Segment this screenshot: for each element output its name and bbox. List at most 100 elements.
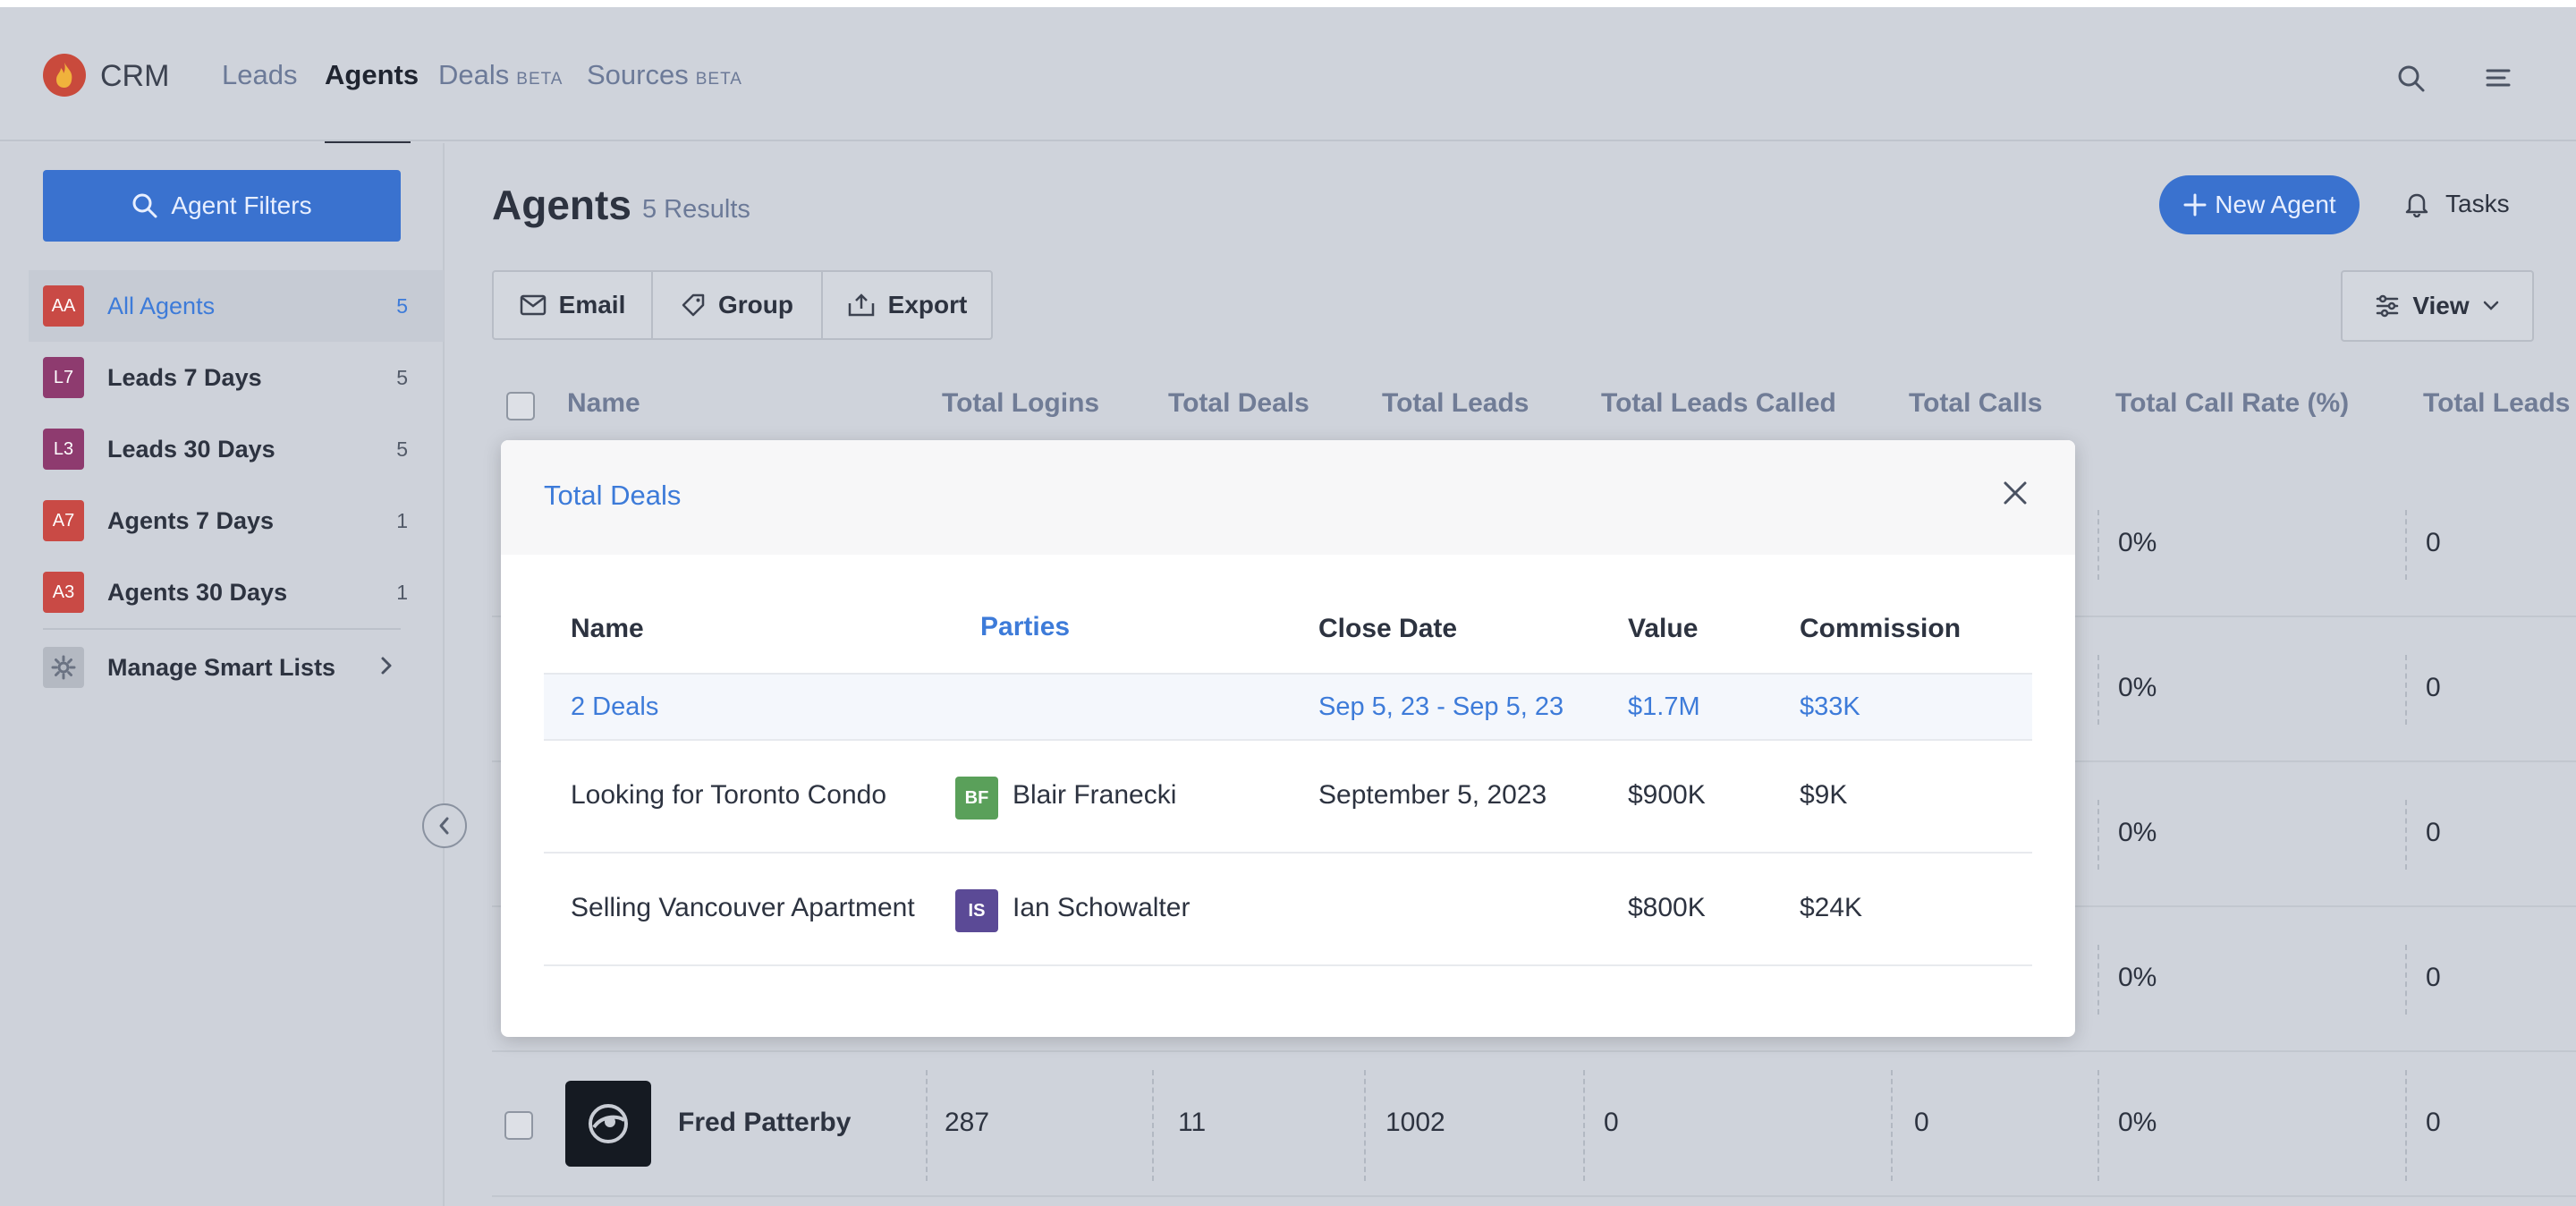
column-header-total-deals[interactable]: Total Deals xyxy=(1168,388,1309,419)
modal-header: Total Deals xyxy=(501,440,2075,555)
summary-total-commission: $33K xyxy=(1800,692,1860,721)
cell-call-rate: 0% xyxy=(2118,818,2157,847)
party-name[interactable]: Blair Franecki xyxy=(1013,780,1176,811)
group-action-button[interactable]: Group xyxy=(653,272,823,338)
column-separator xyxy=(2405,945,2407,1015)
column-separator xyxy=(1152,1070,1154,1181)
smart-list-agents-30-days[interactable]: A3 Agents 30 Days 1 xyxy=(29,556,444,628)
cell-total-leads: 1002 xyxy=(1385,1108,1445,1137)
top-navigation: CRM Leads Agents Deals BETA Sources BETA xyxy=(0,7,2576,145)
summary-total-value: $1.7M xyxy=(1628,692,1700,721)
window-top-strip xyxy=(0,0,2576,7)
agent-avatar[interactable] xyxy=(565,1081,651,1167)
nav-link-label: Leads xyxy=(222,59,298,90)
tasks-button[interactable]: Tasks xyxy=(2404,190,2510,218)
tag-icon xyxy=(682,293,705,317)
deal-name[interactable]: Looking for Toronto Condo xyxy=(571,780,886,811)
smart-list-label: Leads 7 Days xyxy=(107,363,262,391)
smart-list-leads-30-days[interactable]: L3 Leads 30 Days 5 xyxy=(29,413,444,485)
deals-summary-row: 2 Deals Sep 5, 23 - Sep 5, 23 $1.7M $33K xyxy=(544,673,2032,741)
column-header-name[interactable]: Name xyxy=(567,388,640,419)
column-separator xyxy=(2405,800,2407,870)
close-icon[interactable] xyxy=(2002,480,2029,511)
party-avatar: BF xyxy=(955,777,998,820)
cell-total-deals[interactable]: 11 xyxy=(1178,1108,1206,1138)
plus-icon xyxy=(2183,193,2207,217)
sliders-icon xyxy=(2377,294,2399,318)
crm-logo-icon[interactable] xyxy=(43,54,86,97)
select-all-checkbox[interactable] xyxy=(506,392,535,420)
email-action-label: Email xyxy=(558,291,626,318)
modal-column-parties[interactable]: Parties xyxy=(980,612,1070,642)
search-icon[interactable] xyxy=(2397,64,2426,98)
cell-total-leads: 0 xyxy=(2426,963,2441,992)
smart-list-all-agents[interactable]: AA All Agents 5 xyxy=(29,270,444,342)
cell-total-calls: 0 xyxy=(1914,1108,1929,1137)
group-action-label: Group xyxy=(718,291,793,318)
cell-total-logins: 287 xyxy=(945,1108,990,1137)
beta-tag: BETA xyxy=(516,70,564,89)
nav-link-label: Agents xyxy=(325,59,419,90)
brand-name[interactable]: CRM xyxy=(100,59,169,94)
collapse-sidebar-button[interactable] xyxy=(422,803,467,848)
cell-total-leads: 0 xyxy=(2426,528,2441,557)
modal-column-commission: Commission xyxy=(1800,614,1962,643)
export-action-label: Export xyxy=(887,291,968,318)
column-separator xyxy=(2097,800,2099,870)
beta-tag: BETA xyxy=(695,70,742,89)
menu-icon[interactable] xyxy=(2485,64,2512,96)
deal-row[interactable]: Selling Vancouver Apartment IS Ian Schow… xyxy=(544,854,2032,966)
cell-call-rate: 0% xyxy=(2118,528,2157,557)
nav-link-sources[interactable]: Sources BETA xyxy=(587,59,742,91)
column-separator xyxy=(1891,1070,1893,1181)
agent-filters-button[interactable]: Agent Filters xyxy=(43,170,401,242)
manage-smart-lists-label: Manage Smart Lists xyxy=(107,653,336,681)
cell-agent-name[interactable]: Fred Patterby xyxy=(678,1108,851,1138)
view-options-button[interactable]: View xyxy=(2341,270,2534,342)
table-header: Name Total Logins Total Deals Total Lead… xyxy=(492,376,2576,444)
column-header-total-leads[interactable]: Total Leads xyxy=(1382,388,1529,419)
column-separator xyxy=(2097,1070,2099,1181)
cell-total-leads: 0 xyxy=(2426,673,2441,702)
nav-link-deals[interactable]: Deals BETA xyxy=(438,59,563,91)
cell-total-leads-called: 0 xyxy=(1604,1108,1619,1137)
export-icon xyxy=(848,293,874,317)
deal-row[interactable]: Looking for Toronto Condo BF Blair Frane… xyxy=(544,741,2032,854)
column-separator xyxy=(2405,655,2407,725)
column-header-total-logins[interactable]: Total Logins xyxy=(942,388,1099,419)
party-name[interactable]: Ian Schowalter xyxy=(1013,893,1190,923)
list-badge: A3 xyxy=(43,572,84,613)
nav-link-agents[interactable]: Agents xyxy=(325,59,419,91)
view-label: View xyxy=(2412,292,2470,319)
smart-list-leads-7-days[interactable]: L7 Leads 7 Days 5 xyxy=(29,342,444,413)
deal-name[interactable]: Selling Vancouver Apartment xyxy=(571,893,915,923)
export-action-button[interactable]: Export xyxy=(823,272,991,338)
email-action-button[interactable]: Email xyxy=(494,272,653,338)
new-agent-button[interactable]: New Agent xyxy=(2159,175,2360,234)
smart-list-agents-7-days[interactable]: A7 Agents 7 Days 1 xyxy=(29,485,444,556)
row-checkbox[interactable] xyxy=(504,1111,533,1140)
smart-list-label: Agents 7 Days xyxy=(107,506,275,534)
new-agent-label: New Agent xyxy=(2215,191,2336,218)
nav-link-leads[interactable]: Leads xyxy=(222,59,297,91)
list-badge: AA xyxy=(43,285,84,327)
deal-value: $800K xyxy=(1628,893,1706,922)
table-row-fred-patterby[interactable]: Fred Patterby 287 11 1002 0 0 0% 0 xyxy=(492,1052,2576,1197)
cell-total-leads-last: 0 xyxy=(2426,1108,2441,1137)
nav-link-label: Deals xyxy=(438,59,510,90)
smart-list-count: 5 xyxy=(396,437,408,461)
deal-value: $900K xyxy=(1628,780,1706,810)
column-header-total-call-rate[interactable]: Total Call Rate (%) xyxy=(2115,388,2349,419)
column-header-total-calls[interactable]: Total Calls xyxy=(1909,388,2042,419)
agent-filters-label: Agent Filters xyxy=(171,191,312,219)
modal-column-close-date: Close Date xyxy=(1318,614,1458,643)
summary-deal-count[interactable]: 2 Deals xyxy=(571,692,658,722)
deal-commission: $24K xyxy=(1800,893,1863,922)
column-separator xyxy=(926,1070,928,1181)
column-separator xyxy=(2097,655,2099,725)
column-separator xyxy=(2097,510,2099,580)
manage-smart-lists[interactable]: Manage Smart Lists xyxy=(29,632,444,703)
chevron-down-icon xyxy=(2483,301,2498,310)
column-header-total-leads-called[interactable]: Total Leads Called xyxy=(1601,388,1836,419)
column-header-total-leads-extra[interactable]: Total Leads xyxy=(2423,388,2570,419)
